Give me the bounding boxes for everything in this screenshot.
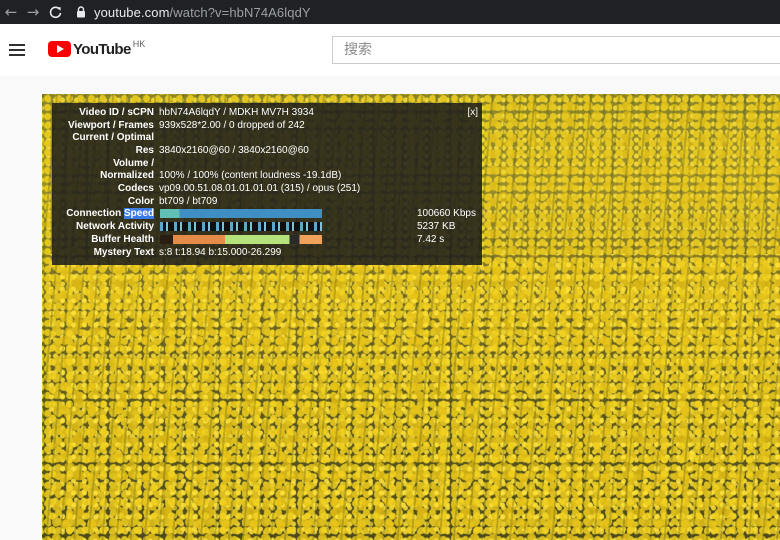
- stat-row-mystery-text: Mystery Text s:8 t:18.94 b:15.000-26.299: [52, 246, 482, 259]
- stat-label-highlight: Speed: [123, 208, 154, 220]
- stat-row-res: Res 3840x2160@60 / 3840x2160@60: [52, 144, 482, 157]
- arrow-right-icon: →: [26, 3, 40, 21]
- stat-value: hbN74A6lqdY / MDKH MV7H 3934: [159, 106, 314, 118]
- logo-region: HK: [132, 39, 146, 49]
- stat-row-codecs: Codecs vp09.00.51.08.01.01.01.01 (315) /…: [52, 182, 482, 195]
- stat-row-network-activity: Network Activity 5237 KB: [52, 220, 482, 233]
- stat-label: Color: [127, 195, 154, 207]
- buffer-health-value: 7.42 s: [417, 233, 445, 245]
- stat-row-connection-speed: Connection Speed 100660 Kbps: [52, 208, 482, 221]
- stat-label: Normalized: [100, 170, 154, 182]
- address-bar[interactable]: youtube.com/watch?v=hbN74A6lqdY: [94, 5, 311, 20]
- buffer-health-graph: [160, 234, 322, 244]
- network-activity-value: 5237 KB: [417, 221, 456, 233]
- forward-button[interactable]: →: [22, 1, 44, 23]
- stat-value: vp09.00.51.08.01.01.01.01 (315) / opus (…: [159, 183, 361, 195]
- stat-label: Current / Optimal: [72, 132, 154, 144]
- youtube-play-icon: [48, 41, 71, 57]
- arrow-left-icon: ←: [4, 3, 18, 21]
- stat-label: Video ID / sCPN: [79, 106, 154, 118]
- youtube-header: YouTube HK: [0, 24, 780, 76]
- stat-row-current-optimal: Current / Optimal: [52, 131, 482, 144]
- browser-toolbar: ← → youtube.com/watch?v=hbN74A6lqdY: [0, 0, 780, 24]
- search-box: [332, 36, 780, 64]
- connection-speed-graph: [160, 209, 322, 219]
- stat-value: s:8 t:18.94 b:15.000-26.299: [159, 246, 282, 258]
- search-input[interactable]: [333, 37, 780, 63]
- reload-icon: [49, 6, 61, 18]
- back-button[interactable]: ←: [0, 1, 22, 23]
- connection-speed-value: 100660 Kbps: [417, 208, 476, 220]
- stat-value: 100% / 100% (content loudness -19.1dB): [159, 170, 342, 182]
- reload-button[interactable]: [44, 1, 66, 23]
- network-activity-graph: [160, 222, 322, 232]
- stat-row-color: Color bt709 / bt709: [52, 195, 482, 208]
- lock-icon: [76, 6, 86, 18]
- stat-row-normalized: Normalized 100% / 100% (content loudness…: [52, 170, 482, 183]
- stat-value: 3840x2160@60 / 3840x2160@60: [159, 144, 309, 156]
- stat-row-buffer-health: Buffer Health 7.42 s: [52, 233, 482, 246]
- stat-label: Res: [135, 144, 154, 156]
- stat-label: Mystery Text: [93, 246, 154, 258]
- stat-row-volume: Volume /: [52, 157, 482, 170]
- youtube-logo[interactable]: YouTube HK: [48, 39, 146, 58]
- url-host: youtube.com: [94, 4, 170, 20]
- stat-label: Connection Speed: [52, 208, 154, 220]
- stat-label: Codecs: [117, 183, 154, 195]
- stat-value: 939x528*2.00 / 0 dropped of 242: [159, 119, 305, 131]
- logo-text: YouTube: [73, 41, 131, 58]
- stat-label: Buffer Health: [91, 233, 154, 245]
- stats-for-nerds-panel: [x] Video ID / sCPN hbN74A6lqdY / MDKH M…: [52, 103, 482, 265]
- stat-label-text: Connection: [66, 208, 124, 220]
- stat-row-video-id: Video ID / sCPN hbN74A6lqdY / MDKH MV7H …: [52, 106, 482, 119]
- stat-label: Network Activity: [76, 221, 154, 233]
- stat-label: Volume /: [113, 157, 154, 169]
- url-path: /watch?v=hbN74A6lqdY: [169, 4, 311, 20]
- stat-label: Viewport / Frames: [68, 119, 154, 131]
- stat-row-viewport: Viewport / Frames 939x528*2.00 / 0 dropp…: [52, 119, 482, 132]
- stat-value: bt709 / bt709: [159, 195, 218, 207]
- hamburger-icon[interactable]: [9, 44, 25, 56]
